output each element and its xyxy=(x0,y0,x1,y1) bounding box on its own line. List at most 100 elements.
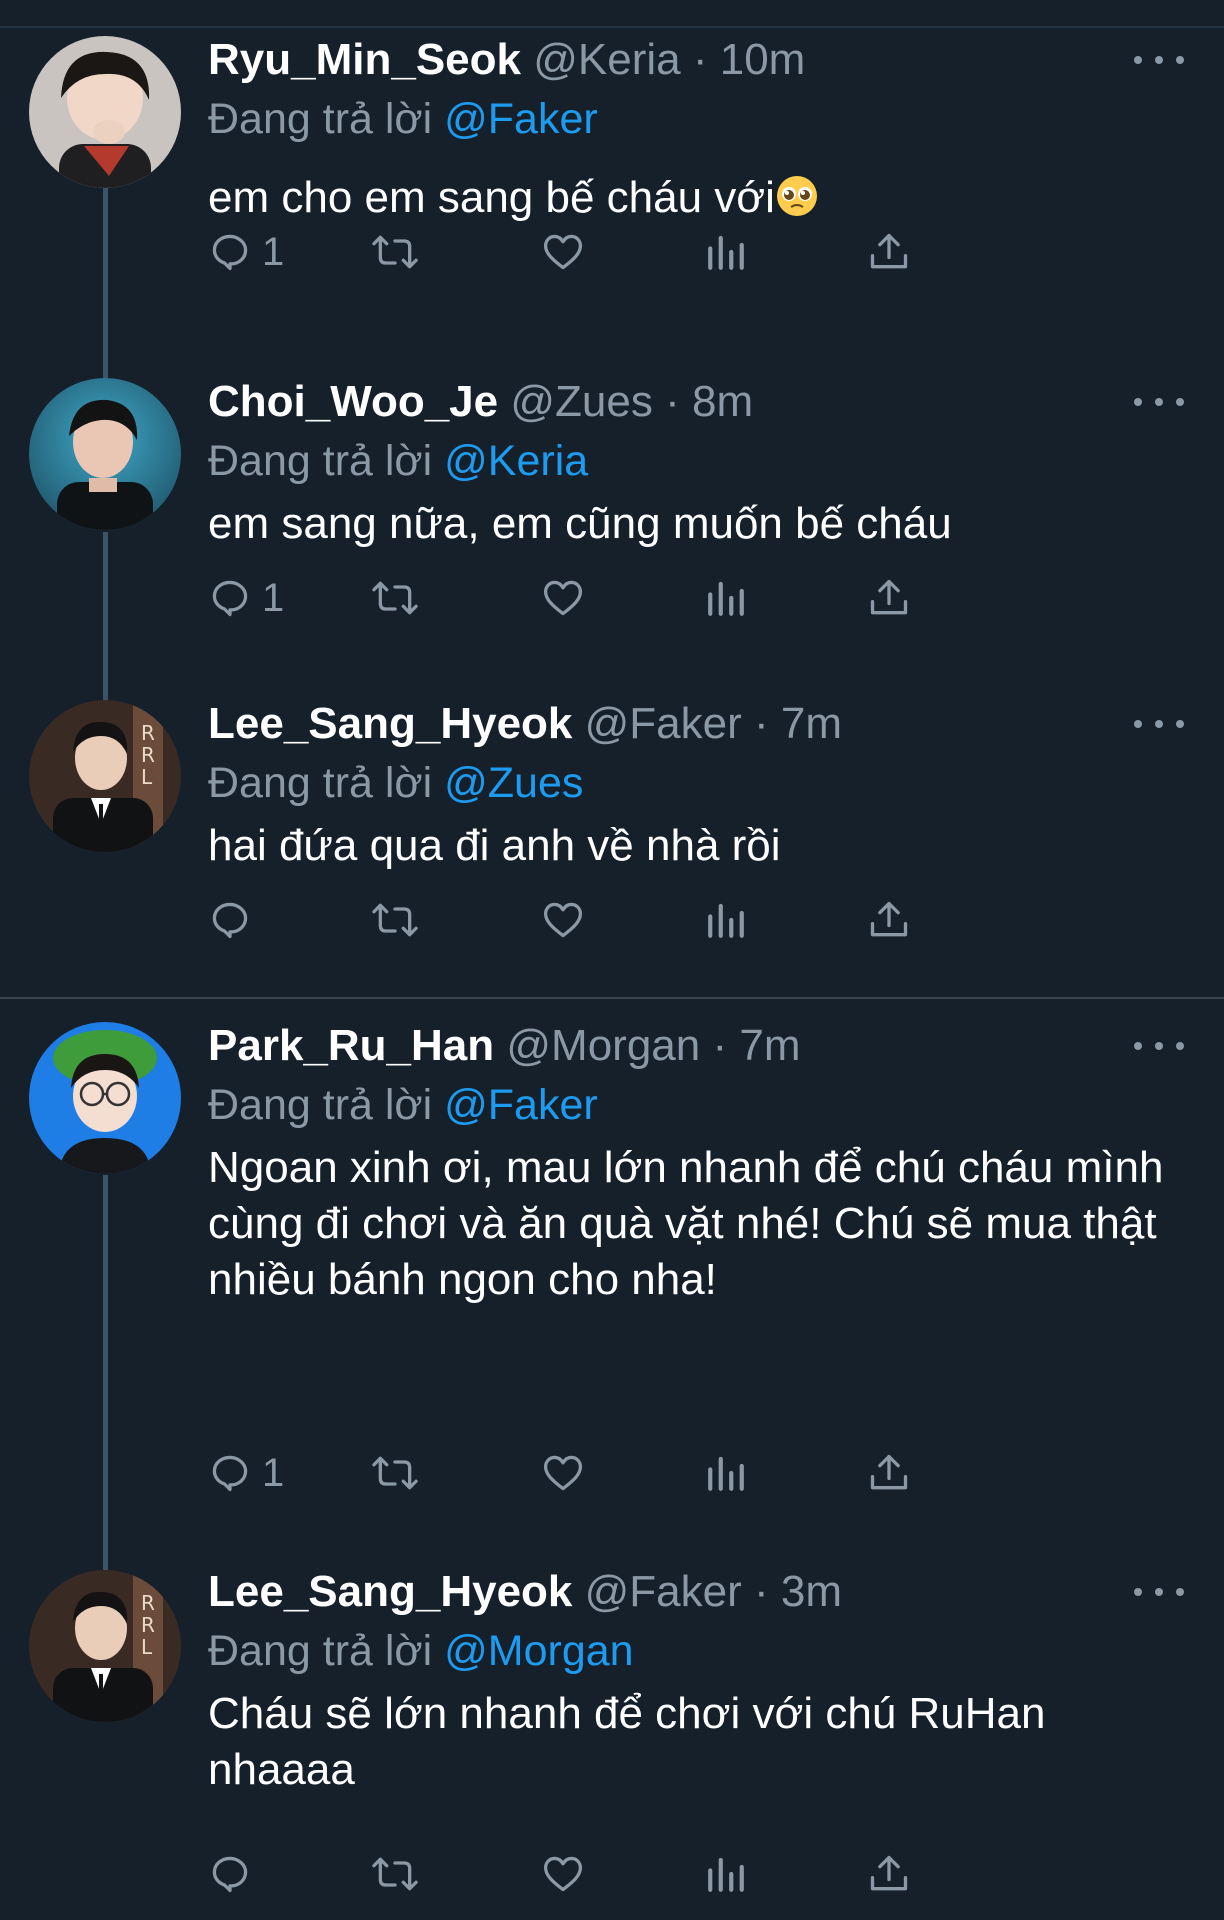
reply-count: 1 xyxy=(262,1450,285,1495)
display-name[interactable]: Park_Ru_Han xyxy=(208,1021,494,1070)
reply-button[interactable]: 1 xyxy=(208,568,284,628)
tweet-2[interactable]: Choi_Woo_Je @Zues · 8m Đang trả lời @Ker… xyxy=(0,372,1224,692)
reply-button[interactable] xyxy=(208,1844,262,1904)
replying-to: Đang trả lời @Morgan xyxy=(208,1622,1224,1680)
reply-button[interactable] xyxy=(208,890,262,950)
timestamp[interactable]: 3m xyxy=(781,1567,842,1616)
reply-icon xyxy=(212,234,248,271)
more-icon[interactable] xyxy=(1134,48,1184,72)
analytics-button[interactable] xyxy=(705,1443,747,1503)
analytics-button[interactable] xyxy=(705,890,747,950)
separator-dot: · xyxy=(692,35,708,84)
svg-text:R: R xyxy=(141,1591,155,1615)
tweet-text: em cho em sang bế cháu với xyxy=(208,170,1188,226)
tweet-text: Cháu sẽ lớn nhanh để chơi với chú RuHan … xyxy=(208,1689,1046,1794)
like-icon xyxy=(543,1856,583,1892)
like-icon xyxy=(543,234,583,270)
tweet-header: Choi_Woo_Je @Zues · 8m xyxy=(208,372,1224,432)
share-button[interactable] xyxy=(867,890,911,950)
replying-prefix: Đang trả lời xyxy=(208,1627,433,1675)
tweet-5[interactable]: R R L Lee_Sang_Hyeok @Faker · 3m Đang tr… xyxy=(0,1562,1224,1920)
more-icon[interactable] xyxy=(1134,1580,1184,1604)
reply-button[interactable]: 1 xyxy=(208,222,284,282)
avatar-morgan[interactable] xyxy=(29,1022,181,1174)
share-button[interactable] xyxy=(867,568,911,628)
more-icon[interactable] xyxy=(1134,390,1184,414)
replying-prefix: Đang trả lời xyxy=(208,1081,433,1129)
tweet-3[interactable]: R R L Lee_Sang_Hyeok @Faker · 7m Đang tr… xyxy=(0,694,1224,994)
retweet-button[interactable] xyxy=(371,1443,419,1503)
share-icon xyxy=(870,1855,908,1891)
replying-prefix: Đang trả lời xyxy=(208,95,433,143)
replying-to: Đang trả lời @Keria xyxy=(208,432,1224,490)
display-name[interactable]: Lee_Sang_Hyeok xyxy=(208,1567,572,1616)
reply-icon xyxy=(212,1856,248,1893)
action-bar: 1 xyxy=(208,568,1108,628)
reply-mention[interactable]: @Faker xyxy=(444,1081,598,1129)
reply-mention[interactable]: @Faker xyxy=(444,95,598,143)
avatar-keria[interactable] xyxy=(29,36,181,188)
svg-text:R: R xyxy=(141,743,155,767)
retweet-icon xyxy=(372,235,418,269)
analytics-icon xyxy=(708,1857,744,1892)
share-button[interactable] xyxy=(867,1443,911,1503)
action-bar: 1 xyxy=(208,1443,1108,1503)
retweet-icon xyxy=(372,581,418,615)
user-handle[interactable]: @Faker xyxy=(585,699,742,748)
share-icon xyxy=(870,233,908,269)
user-handle[interactable]: @Keria xyxy=(533,35,680,84)
analytics-button[interactable] xyxy=(705,222,747,282)
reply-mention[interactable]: @Keria xyxy=(444,437,588,485)
retweet-icon xyxy=(372,903,418,937)
replying-to: Đang trả lời @Zues xyxy=(208,754,1224,812)
separator-dot: · xyxy=(754,1567,769,1616)
display-name[interactable]: Lee_Sang_Hyeok xyxy=(208,699,572,748)
user-handle[interactable]: @Morgan xyxy=(506,1021,700,1070)
analytics-button[interactable] xyxy=(705,1844,747,1904)
retweet-button[interactable] xyxy=(371,890,419,950)
like-button[interactable] xyxy=(540,568,586,628)
like-button[interactable] xyxy=(540,1443,586,1503)
retweet-icon xyxy=(372,1857,418,1891)
retweet-button[interactable] xyxy=(371,1844,419,1904)
display-name[interactable]: Choi_Woo_Je xyxy=(208,377,498,426)
like-button[interactable] xyxy=(540,890,586,950)
timestamp[interactable]: 10m xyxy=(720,35,806,84)
avatar-faker[interactable]: R R L xyxy=(29,700,181,852)
user-handle[interactable]: @Faker xyxy=(585,1567,742,1616)
timestamp[interactable]: 7m xyxy=(781,699,842,748)
reply-mention[interactable]: @Morgan xyxy=(444,1627,633,1675)
share-button[interactable] xyxy=(867,1844,911,1904)
reply-icon xyxy=(212,902,248,939)
avatar-zues[interactable] xyxy=(29,378,181,530)
tweet-4[interactable]: Park_Ru_Han @Morgan · 7m Đang trả lời @F… xyxy=(0,1016,1224,1561)
like-button[interactable] xyxy=(540,1844,586,1904)
analytics-button[interactable] xyxy=(705,568,747,628)
retweet-button[interactable] xyxy=(371,568,419,628)
like-button[interactable] xyxy=(540,222,586,282)
separator-dot: · xyxy=(754,699,769,748)
reply-button[interactable]: 1 xyxy=(208,1443,284,1503)
separator-dot: · xyxy=(665,377,680,426)
analytics-icon xyxy=(708,1456,744,1491)
more-icon[interactable] xyxy=(1134,712,1184,736)
avatar-faker[interactable]: R R L xyxy=(29,1570,181,1722)
share-button[interactable] xyxy=(867,222,911,282)
more-icon[interactable] xyxy=(1134,1034,1184,1058)
svg-text:R: R xyxy=(141,1613,155,1637)
like-icon xyxy=(543,580,583,616)
tweet-1[interactable]: Ryu_Min_Seok @Keria · 10m Đang trả lời @… xyxy=(0,30,1224,375)
reply-mention[interactable]: @Zues xyxy=(444,759,583,807)
replying-prefix: Đang trả lời xyxy=(208,759,433,807)
svg-text:L: L xyxy=(141,765,153,789)
timestamp[interactable]: 8m xyxy=(692,377,753,426)
user-handle[interactable]: @Zues xyxy=(510,377,652,426)
timestamp[interactable]: 7m xyxy=(739,1021,800,1070)
retweet-button[interactable] xyxy=(371,222,419,282)
svg-text:R: R xyxy=(141,721,155,745)
display-name[interactable]: Ryu_Min_Seok xyxy=(208,35,521,84)
reply-count: 1 xyxy=(262,575,285,620)
separator-dot: · xyxy=(712,1021,728,1070)
share-icon xyxy=(870,901,908,937)
top-divider xyxy=(0,26,1224,28)
